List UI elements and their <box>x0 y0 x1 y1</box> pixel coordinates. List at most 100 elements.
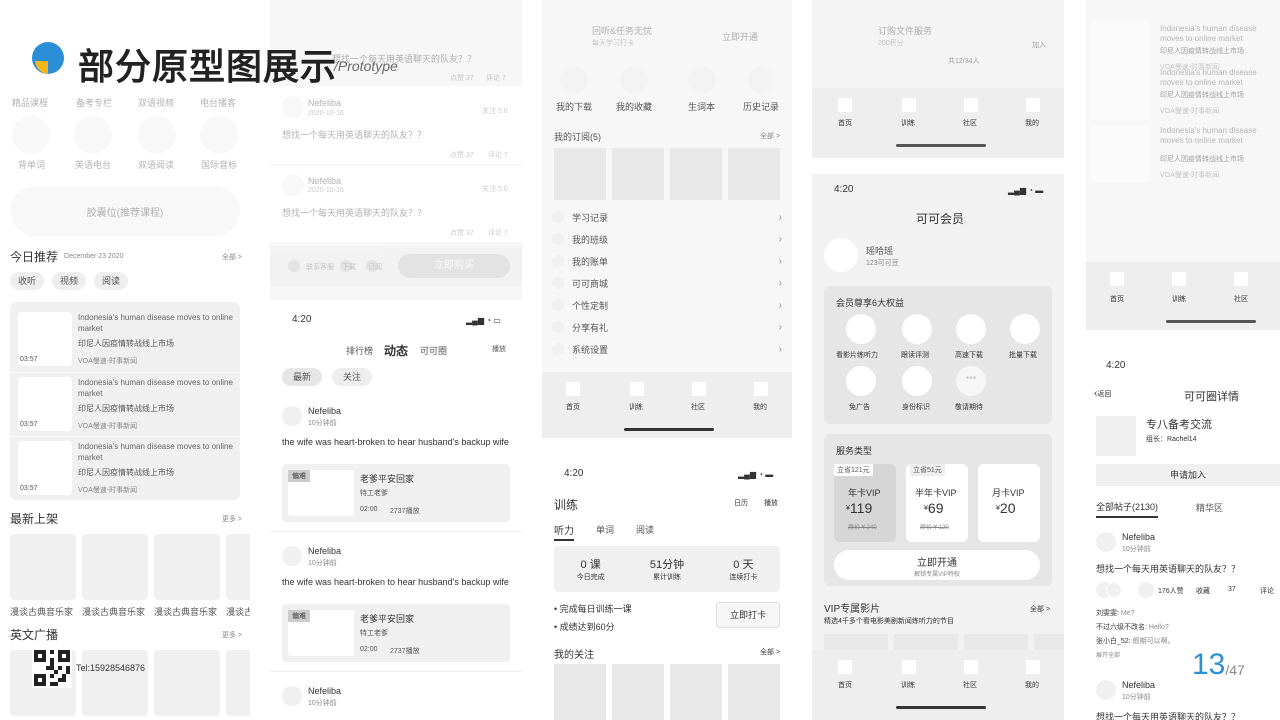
my-downloads[interactable]: 我的下载 <box>556 100 592 113</box>
benefit-icon[interactable] <box>846 314 876 344</box>
tab-read[interactable]: 阅读 <box>94 272 128 290</box>
top-label[interactable]: 双语视频 <box>138 96 174 109</box>
tab-mine-icon[interactable] <box>754 382 768 396</box>
album-cover[interactable] <box>154 534 220 600</box>
tab-train[interactable]: 训练 <box>901 680 915 690</box>
article-card[interactable]: 03:57 Indonesia's human disease moves to… <box>10 436 240 498</box>
comment-label[interactable]: 评论 <box>1260 586 1274 596</box>
play-button[interactable]: 播放 <box>764 498 778 508</box>
favorites-icon[interactable] <box>620 66 648 94</box>
history-icon[interactable] <box>748 66 776 94</box>
tab-home[interactable]: 首页 <box>838 118 852 128</box>
tab-video[interactable]: 视频 <box>52 272 86 290</box>
tab-listen[interactable]: 收听 <box>10 272 44 290</box>
download-icon[interactable] <box>560 66 588 94</box>
tab-mine[interactable]: 我的 <box>1025 118 1039 128</box>
post-item[interactable]: Nefeliba 10分钟前 想找一个每天用英语聊天的队友？？ <box>1086 678 1280 720</box>
menu-item[interactable]: 个性定制 › <box>542 294 792 316</box>
tab-train[interactable]: 训练 <box>629 402 643 412</box>
post-card[interactable]: Nefeliba 2020-10-16 关注 5.0 想找一个每天用英语聊天的队… <box>270 86 522 164</box>
download-label[interactable]: 下载 <box>342 262 356 272</box>
article-card[interactable]: 03:57 Indonesia's human disease moves to… <box>10 308 240 370</box>
expand-all-link[interactable]: 展开全部 <box>1096 650 1120 659</box>
avatar[interactable] <box>824 238 858 272</box>
menu-item[interactable]: 分享有礼 › <box>542 316 792 338</box>
follow-count[interactable]: 关注 5.0 <box>482 184 508 194</box>
benefit-icon[interactable] <box>902 366 932 396</box>
tab-community-icon[interactable] <box>964 98 978 112</box>
open-vip-button[interactable]: 立即开通 解锁专属VIP特权 <box>834 550 1040 580</box>
tab-train-icon[interactable] <box>1172 272 1186 286</box>
book-card[interactable]: 偏难 老爹平安回家 特工老爹 02:00 2737播放 <box>282 464 510 522</box>
tab-mine[interactable]: 我的 <box>1025 680 1039 690</box>
feed-item[interactable]: Nefeliba 10分钟前 <box>270 678 522 720</box>
benefit-icon[interactable] <box>1010 314 1040 344</box>
top-label[interactable]: 精品课程 <box>12 96 48 109</box>
article-item[interactable]: Indonesia's human disease moves to onlin… <box>1090 126 1280 186</box>
category-icon[interactable] <box>138 116 176 154</box>
vocab-book[interactable]: 生词本 <box>688 100 715 113</box>
album-cover[interactable] <box>82 534 148 600</box>
tab-listening[interactable]: 听力 <box>554 522 574 541</box>
album-cover[interactable] <box>226 534 250 600</box>
following-cover[interactable] <box>612 664 664 720</box>
calendar-button[interactable]: 日历 <box>734 498 748 508</box>
plan-card[interactable]: 立省51元 半年卡VIP ¥69 原价 ¥ 120 <box>906 464 968 542</box>
checkin-button[interactable]: 立即打卡 <box>716 602 780 628</box>
more-link[interactable]: 全部 > <box>222 252 242 262</box>
back-button[interactable]: ‹ 返回 <box>1094 388 1111 399</box>
tab-train[interactable]: 训练 <box>901 118 915 128</box>
tab-home[interactable]: 首页 <box>1110 294 1124 304</box>
history[interactable]: 历史记录 <box>743 100 779 113</box>
radio-card[interactable] <box>226 650 250 716</box>
tab-featured[interactable]: 精华区 <box>1196 501 1223 514</box>
subscription-cover[interactable] <box>670 148 722 200</box>
my-favorites[interactable]: 我的收藏 <box>616 100 652 113</box>
films-more[interactable]: 全部 > <box>1030 604 1050 614</box>
tab-community[interactable]: 社区 <box>1234 294 1248 304</box>
menu-item[interactable]: 我的账单 › <box>542 250 792 272</box>
tab-all-posts[interactable]: 全部帖子(2130) <box>1096 500 1159 518</box>
tab-mine[interactable]: 我的 <box>753 402 767 412</box>
subscription-cover[interactable] <box>612 148 664 200</box>
tab-home[interactable]: 首页 <box>566 402 580 412</box>
tab-train-icon[interactable] <box>630 382 644 396</box>
tab-mine-icon[interactable] <box>1026 98 1040 112</box>
category-icon[interactable] <box>12 116 50 154</box>
more-link[interactable]: 更多 > <box>222 514 242 524</box>
service-label[interactable]: 联系客服 <box>306 262 334 272</box>
follow-count[interactable]: 关注 5.0 <box>482 106 508 116</box>
following-cover[interactable] <box>554 664 606 720</box>
book-card[interactable]: 偏难 老爹平安回家 特工老爹 02:00 2737播放 <box>282 604 510 662</box>
tab-train[interactable]: 训练 <box>1172 294 1186 304</box>
tab-home-icon[interactable] <box>838 660 852 674</box>
filter-following[interactable]: 关注 <box>332 368 372 386</box>
subscription-cover[interactable] <box>728 148 780 200</box>
benefit-icon[interactable] <box>902 314 932 344</box>
top-label[interactable]: 备考专栏 <box>76 96 112 109</box>
post-card[interactable]: Nefeliba 2020-10-16 关注 5.0 想找一个每天用英语聊天的队… <box>270 166 522 242</box>
tab-home-icon[interactable] <box>1110 272 1124 286</box>
post-item[interactable]: Nefeliba 10分钟前 想找一个每天用英语聊天的队友？？ 176人赞 收藏… <box>1086 528 1280 678</box>
fav-label[interactable]: 收藏 <box>1196 586 1210 596</box>
tab-community-icon[interactable] <box>1234 272 1248 286</box>
tab-community[interactable]: 社区 <box>963 118 977 128</box>
tab-words[interactable]: 单词 <box>596 523 614 536</box>
subscription-cover[interactable] <box>554 148 606 200</box>
tab-home[interactable]: 首页 <box>838 680 852 690</box>
article-item[interactable]: Indonesia's human disease moves to onlin… <box>1090 64 1280 124</box>
feed-item[interactable]: Nefeliba 10分钟前 the wife was heart-broken… <box>270 398 522 532</box>
menu-item[interactable]: 学习记录 › <box>542 206 792 228</box>
menu-item[interactable]: 我的班级 › <box>542 228 792 250</box>
tab-home-icon[interactable] <box>838 98 852 112</box>
tab-train-icon[interactable] <box>902 98 916 112</box>
category-icon[interactable] <box>74 116 112 154</box>
subscribe-label[interactable]: 订阅 <box>368 262 382 272</box>
tab-community[interactable]: 社区 <box>963 680 977 690</box>
play-button[interactable]: 播放 <box>492 344 506 354</box>
join-button[interactable]: 加入 <box>1032 40 1046 50</box>
tab-community-icon[interactable] <box>964 660 978 674</box>
menu-item[interactable]: 系统设置 › <box>542 338 792 360</box>
radio-card[interactable] <box>154 650 220 716</box>
plan-card[interactable]: 月卡VIP ¥20 <box>978 464 1040 542</box>
